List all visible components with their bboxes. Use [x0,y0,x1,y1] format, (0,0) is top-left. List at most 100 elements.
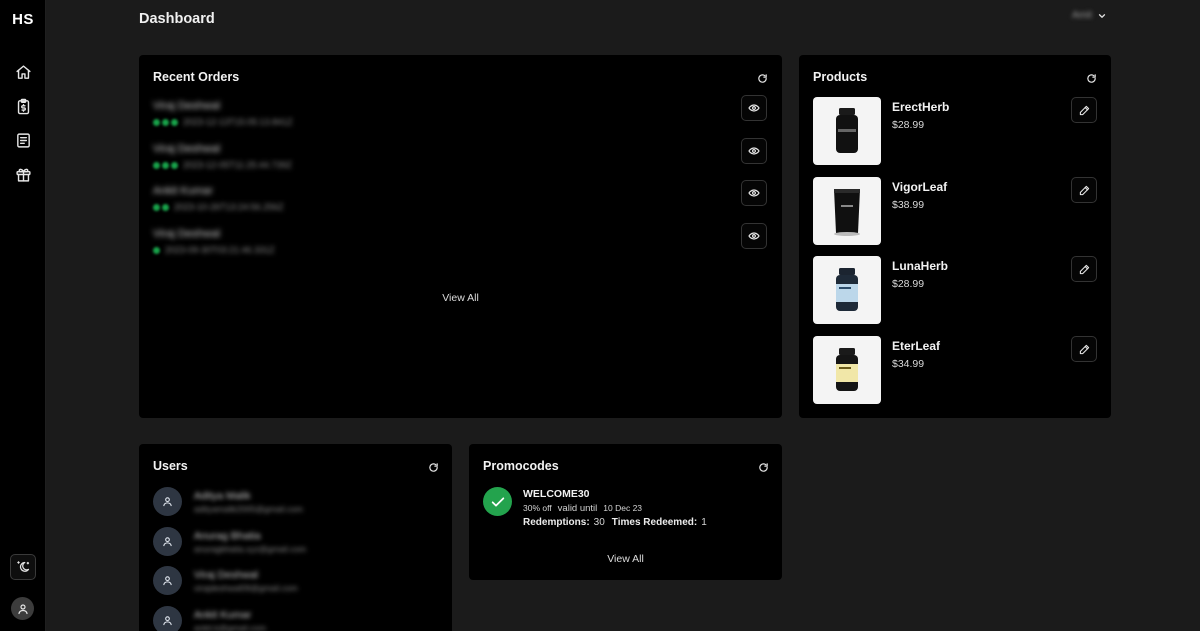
refresh-icon [428,462,438,472]
view-all-promocodes-link[interactable]: View All [469,553,782,565]
order-date: 2023-09-30T03:21:46.331Z [165,245,275,255]
refresh-orders-button[interactable] [755,71,769,85]
list-item[interactable]: Viraj Deshwal 2023-09-30T03:21:46.331Z [153,223,767,264]
product-name: VigorLeaf [892,180,948,194]
list-item[interactable]: Ankit Kumar ankit.k@gmail.com [153,606,443,631]
user-menu-name: Amit [1072,10,1092,21]
user-email: virajdeshwal09@gmail.com [194,583,298,593]
theme-toggle-button[interactable] [10,554,36,580]
sidebar-item-orders[interactable] [11,94,35,118]
card-title: Recent Orders [153,70,240,84]
edit-product-button[interactable] [1071,256,1097,282]
users-card: Users Aditya Malik adityamalik2005@gmail… [139,444,452,631]
product-price: $34.99 [892,358,925,370]
user-icon [163,537,172,547]
promo-details: 30% off valid until 10 Dec 23 [523,503,642,514]
view-all-orders-link[interactable]: View All [139,292,782,304]
pencil-icon [1079,264,1089,274]
user-email: ankit.k@gmail.com [194,623,266,631]
supplement-bottle-icon [836,108,858,153]
promo-redemptions-label: Redemptions: [523,517,590,528]
list-item[interactable]: ErectHerb $28.99 [813,97,1097,165]
user-icon [163,616,172,626]
logo: HS [12,11,34,28]
eye-icon [748,189,760,197]
user-name: Viraj Deshwal [194,569,258,581]
promo-stats: Redemptions: 30 Times Redeemed: 1 [523,517,707,528]
list-item[interactable]: Viraj Deshwal 2023-12-05T11:25:44.739Z [153,138,767,179]
sidebar-item-products[interactable] [11,128,35,152]
chevron-down-icon [1098,13,1106,18]
view-order-button[interactable] [741,138,767,164]
refresh-icon [758,462,768,472]
supplement-bottle-icon [836,348,858,391]
pencil-icon [1079,105,1089,115]
refresh-users-button[interactable] [426,460,440,474]
product-image [813,177,881,245]
order-customer: Viraj Deshwal [153,100,221,112]
list-item[interactable]: Viraj Deshwal virajdeshwal09@gmail.com [153,566,443,596]
sidebar: HS [0,0,46,631]
product-name: EterLeaf [892,339,941,353]
list-item[interactable]: LunaHerb $28.99 [813,256,1097,324]
card-title: Products [813,70,868,84]
user-menu[interactable]: Amit [1072,10,1107,21]
product-name: ErectHerb [892,100,950,114]
list-item[interactable]: Ankit Kumar 2023-10-26T13:24:56.256Z [153,180,767,221]
view-order-button[interactable] [741,180,767,206]
edit-product-button[interactable] [1071,336,1097,362]
status-badge [153,246,160,254]
sidebar-item-home[interactable] [11,60,35,84]
list-item[interactable]: VigorLeaf $38.99 [813,177,1097,245]
refresh-icon [1086,73,1096,83]
product-price: $28.99 [892,278,925,290]
order-customer: Ankit Kumar [153,185,213,197]
page-title: Dashboard [139,11,215,27]
list-item[interactable]: Viraj Deshwal 2023-12-13T15:05:13.841Z [153,95,767,136]
product-price: $38.99 [892,199,925,211]
user-icon [17,603,28,614]
order-customer: Viraj Deshwal [153,143,221,155]
sidebar-item-promocodes[interactable] [11,162,35,186]
view-order-button[interactable] [741,95,767,121]
clipboard-dollar-icon [17,98,29,114]
supplement-bottle-icon [836,268,858,311]
eye-icon [748,147,760,155]
avatar [153,527,182,556]
promo-redeemed-label: Times Redeemed: [611,517,698,528]
product-price: $28.99 [892,119,925,131]
view-order-button[interactable] [741,223,767,249]
user-name: Ankit Kumar [194,609,252,621]
promo-redeemed: 1 [701,517,707,528]
user-email: adityamalik2005@gmail.com [194,504,303,514]
list-item[interactable]: Anurag Bhatia anuragbhatia.xyz@gmail.com [153,527,443,557]
check-icon [491,496,504,507]
refresh-icon [757,73,767,83]
order-date: 2023-12-13T15:05:13.841Z [183,117,293,127]
product-image [813,256,881,324]
edit-product-button[interactable] [1071,177,1097,203]
list-item[interactable]: Aditya Malik adityamalik2005@gmail.com [153,487,443,517]
avatar [153,566,182,595]
avatar [153,606,182,631]
edit-product-button[interactable] [1071,97,1097,123]
products-card: Products ErectHerb $28.99 VigorLeaf $38.… [799,55,1111,418]
promo-redemptions: 30 [593,517,605,528]
promo-active-badge [483,487,512,516]
user-name: Aditya Malik [194,490,251,502]
refresh-promocodes-button[interactable] [756,460,770,474]
list-item[interactable]: EterLeaf $34.99 [813,336,1097,404]
card-title: Users [153,459,188,473]
user-icon [163,576,172,586]
order-date: 2023-10-26T13:24:56.256Z [174,202,284,212]
avatar[interactable] [11,597,34,620]
refresh-products-button[interactable] [1084,71,1098,85]
avatar [153,487,182,516]
product-image [813,336,881,404]
product-name: LunaHerb [892,259,949,273]
order-date: 2023-12-05T11:25:44.739Z [183,160,292,170]
eye-icon [748,104,760,112]
user-icon [163,497,172,507]
list-icon [16,132,30,148]
home-icon [15,64,31,79]
